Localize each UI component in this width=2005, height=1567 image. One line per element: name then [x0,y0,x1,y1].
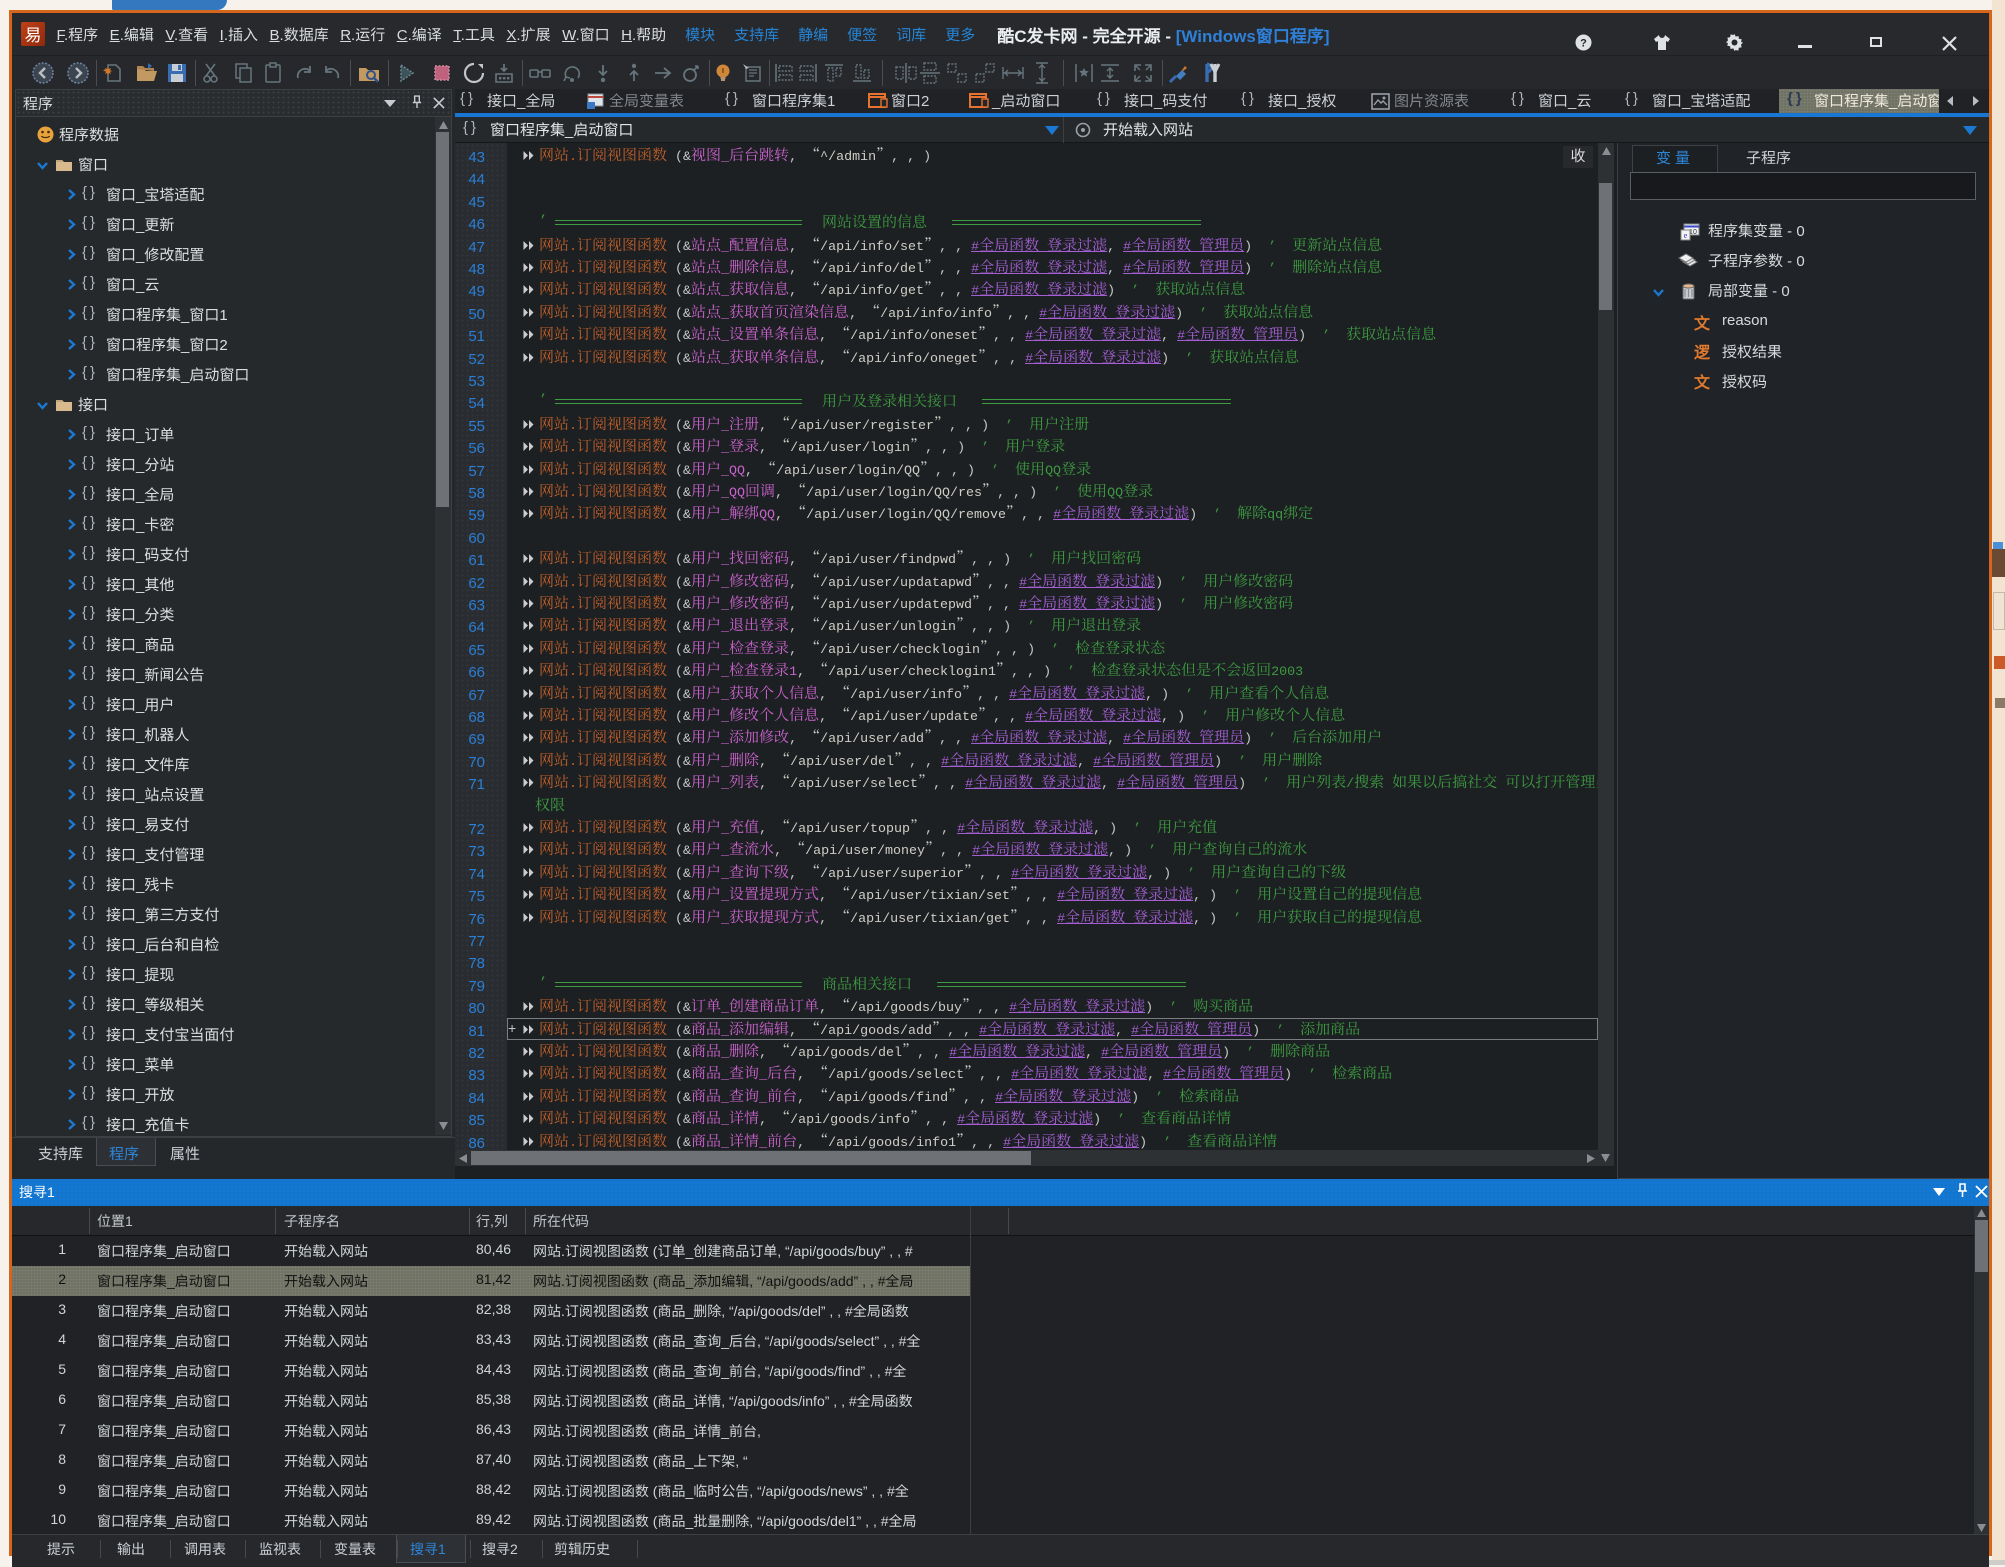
svg-text:e: e [1684,231,1688,240]
svg-text:?: ? [1580,38,1587,50]
